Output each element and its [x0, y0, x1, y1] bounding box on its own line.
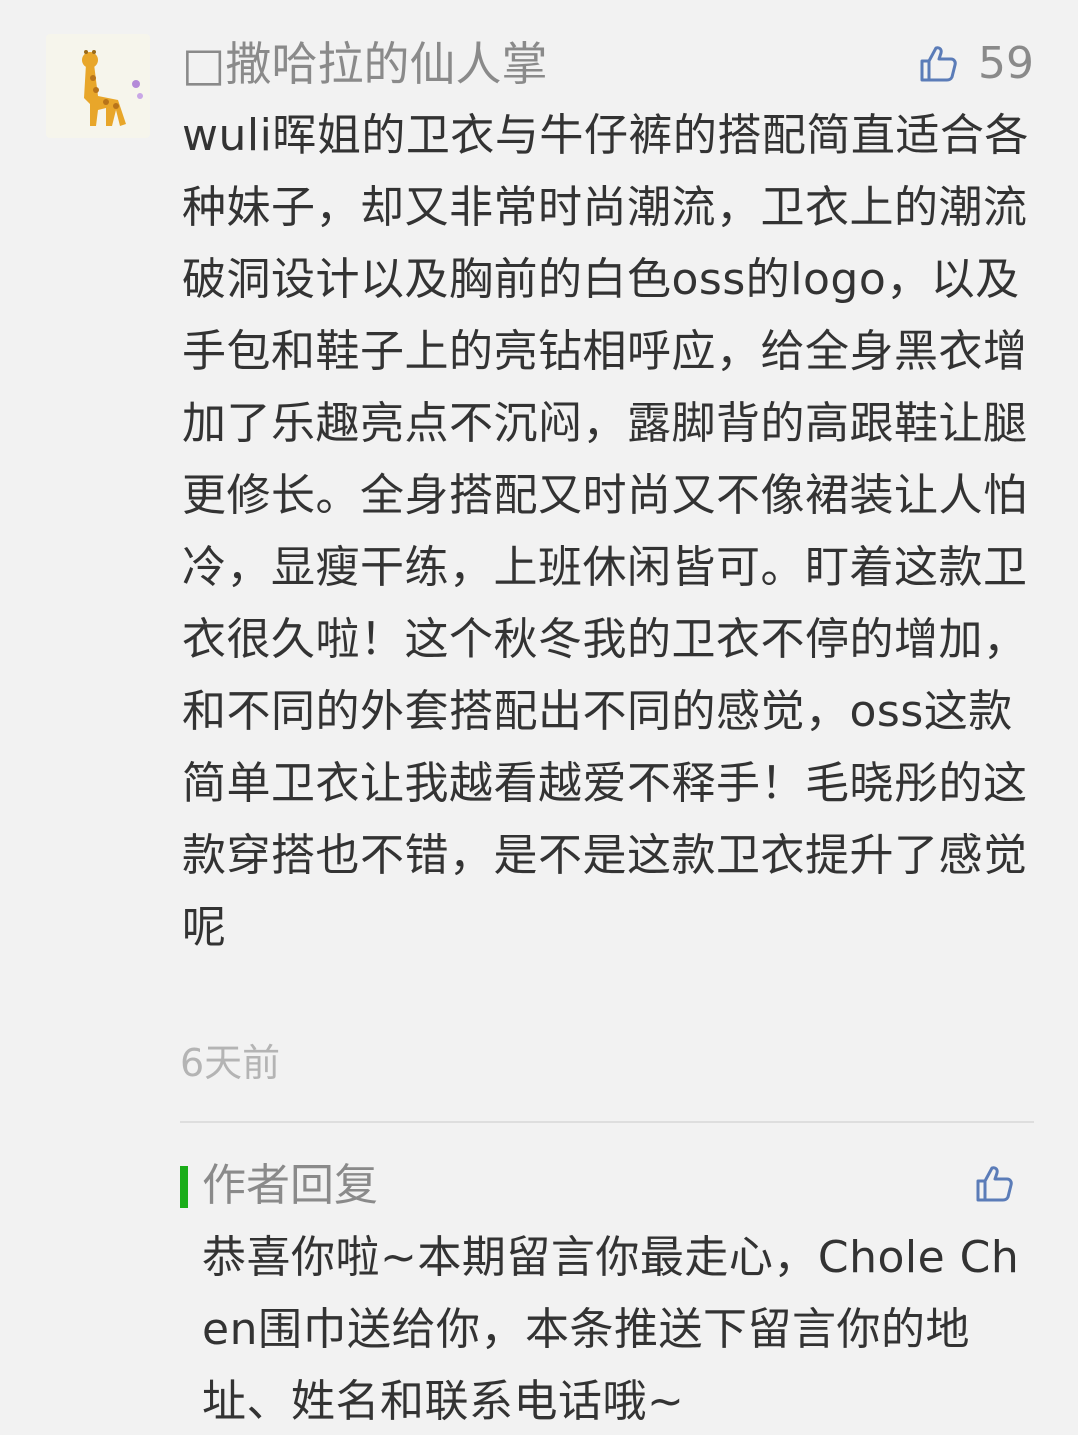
thumbs-up-icon	[920, 46, 957, 82]
divider	[180, 1121, 1034, 1123]
comment-like-button[interactable]: 59	[918, 34, 1034, 94]
comment-page: □撒哈拉的仙人掌 59 wuli晖姐的卫衣与牛仔裤的搭配简直适合各种妹子，却又非…	[0, 0, 1078, 1435]
giraffe-avatar-icon[interactable]	[46, 34, 150, 138]
commenter-nickname[interactable]: □撒哈拉的仙人掌	[182, 34, 547, 94]
thumbs-up-icon[interactable]	[974, 1164, 1014, 1204]
comment-time: 6天前	[180, 1041, 281, 1085]
like-count: 59	[978, 38, 1034, 89]
author-reply-title: 作者回复	[202, 1160, 378, 1211]
comment-text: wuli晖姐的卫衣与牛仔裤的搭配简直适合各种妹子，却又非常时尚潮流，卫衣上的潮流…	[182, 110, 1029, 953]
reply-accent-bar	[180, 1166, 188, 1208]
author-reply-text: 恭喜你啦~本期留言你最走心，Chole Chen围巾送给你，本条推送下留言你的地…	[202, 1232, 1020, 1427]
